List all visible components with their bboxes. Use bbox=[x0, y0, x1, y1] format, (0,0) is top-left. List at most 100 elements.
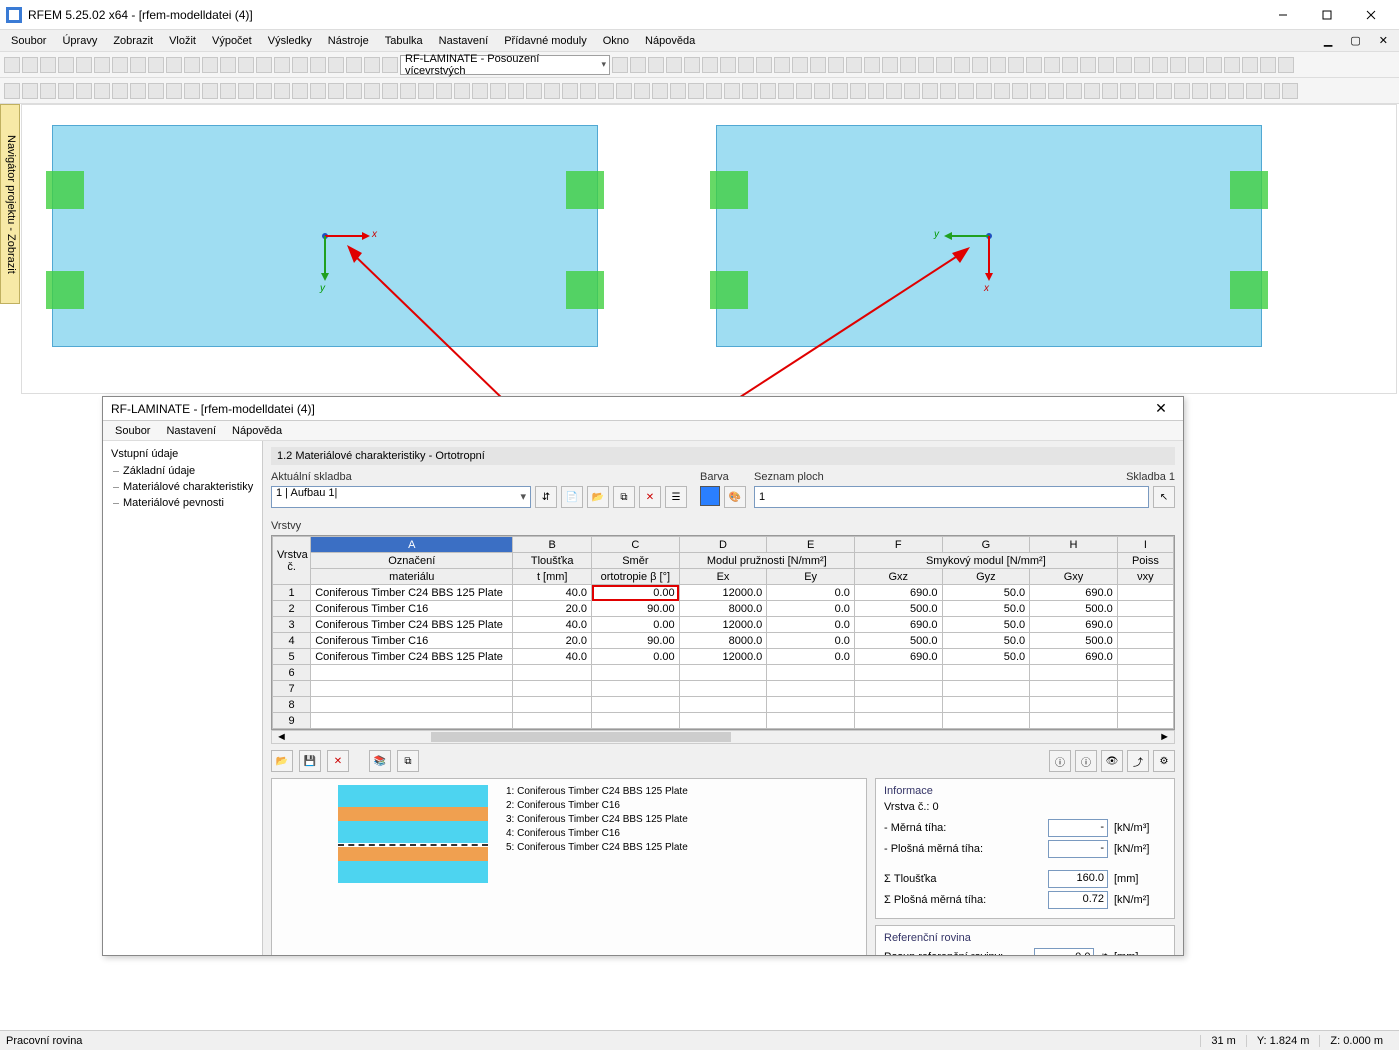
toolbar-button[interactable] bbox=[202, 57, 218, 73]
open-icon[interactable]: 📂 bbox=[271, 750, 293, 772]
toolbar-button[interactable] bbox=[1044, 57, 1060, 73]
palette-icon[interactable]: 🎨 bbox=[724, 486, 746, 508]
col-letter[interactable]: A bbox=[311, 537, 513, 553]
toolbar-button[interactable] bbox=[724, 83, 740, 99]
col-letter[interactable]: D bbox=[679, 537, 767, 553]
toolbar-button[interactable] bbox=[544, 83, 560, 99]
nav-item[interactable]: Materiálové charakteristiky bbox=[103, 479, 262, 495]
toolbar-button[interactable] bbox=[1138, 83, 1154, 99]
toolbar-button[interactable] bbox=[220, 57, 236, 73]
model-viewport[interactable]: x y y x bbox=[21, 104, 1397, 394]
new-icon[interactable]: 📄 bbox=[561, 486, 583, 508]
table-row[interactable]: 4Coniferous Timber C1620.090.008000.00.0… bbox=[273, 633, 1174, 649]
toolbar-button[interactable] bbox=[1062, 57, 1078, 73]
toolbar-button[interactable] bbox=[1210, 83, 1226, 99]
toolbar-button[interactable] bbox=[1278, 57, 1294, 73]
menu-item[interactable]: Přídavné moduly bbox=[497, 33, 594, 49]
toolbar-button[interactable] bbox=[130, 57, 146, 73]
toolbar-button[interactable] bbox=[220, 83, 236, 99]
table-row[interactable]: 7 bbox=[273, 681, 1174, 697]
toolbar-button[interactable] bbox=[1008, 57, 1024, 73]
toolbar-button[interactable] bbox=[1102, 83, 1118, 99]
toolbar-button[interactable] bbox=[864, 57, 880, 73]
toolbar-button[interactable] bbox=[256, 57, 272, 73]
toolbar-button[interactable] bbox=[1192, 83, 1208, 99]
toolbar-button[interactable] bbox=[796, 83, 812, 99]
toolbar-button[interactable] bbox=[886, 83, 902, 99]
toolbar-button[interactable] bbox=[238, 83, 254, 99]
table-row[interactable]: 6 bbox=[273, 665, 1174, 681]
menu-item[interactable]: Vložit bbox=[162, 33, 203, 49]
toolbar-button[interactable] bbox=[76, 83, 92, 99]
toolbar-button[interactable] bbox=[1048, 83, 1064, 99]
layers-grid[interactable]: Vrstvač. A B C D E F G H I OznačeníTlouš… bbox=[271, 535, 1175, 730]
toolbar-button[interactable] bbox=[1228, 83, 1244, 99]
toolbar-button[interactable] bbox=[652, 83, 668, 99]
toolbar-button[interactable] bbox=[666, 57, 682, 73]
toolbar-button[interactable] bbox=[994, 83, 1010, 99]
toolbar-button[interactable] bbox=[1066, 83, 1082, 99]
toolbar-button[interactable] bbox=[454, 83, 470, 99]
toolbar-button[interactable] bbox=[4, 57, 20, 73]
toolbar-button[interactable] bbox=[940, 83, 956, 99]
toolbar-button[interactable] bbox=[954, 57, 970, 73]
toolbar-button[interactable] bbox=[346, 57, 362, 73]
toolbar-button[interactable] bbox=[400, 83, 416, 99]
toolbar-button[interactable] bbox=[364, 83, 380, 99]
toolbar-button[interactable] bbox=[720, 57, 736, 73]
toolbar-button[interactable] bbox=[184, 83, 200, 99]
menu-item[interactable]: Úpravy bbox=[55, 33, 104, 49]
toolbar-button[interactable] bbox=[760, 83, 776, 99]
mdi-restore-icon[interactable]: ▢ bbox=[1343, 32, 1367, 49]
toolbar-button[interactable] bbox=[274, 57, 290, 73]
toolbar-button[interactable] bbox=[382, 57, 398, 73]
toolbar-button[interactable] bbox=[882, 57, 898, 73]
nav-root[interactable]: Vstupní údaje bbox=[103, 445, 262, 463]
nav-item[interactable]: Materiálové pevnosti bbox=[103, 495, 262, 511]
menu-item[interactable]: Nápověda bbox=[226, 425, 288, 437]
toolbar-button[interactable] bbox=[364, 57, 380, 73]
toolbar-button[interactable] bbox=[792, 57, 808, 73]
toolbar-button[interactable] bbox=[148, 83, 164, 99]
mdi-minimize-icon[interactable]: ▁ bbox=[1317, 32, 1339, 49]
toolbar-button[interactable] bbox=[328, 57, 344, 73]
skladba-combo[interactable]: 1 | Aufbau 1| bbox=[271, 486, 531, 508]
toolbar-button[interactable] bbox=[580, 83, 596, 99]
surface-1[interactable] bbox=[52, 125, 598, 347]
toolbar-button[interactable] bbox=[702, 57, 718, 73]
toolbar-button[interactable] bbox=[742, 83, 758, 99]
toolbar-button[interactable] bbox=[1224, 57, 1240, 73]
toolbar-button[interactable] bbox=[616, 83, 632, 99]
toolbar-button[interactable] bbox=[972, 57, 988, 73]
toolbar-button[interactable] bbox=[76, 57, 92, 73]
copy-icon[interactable]: ⧉ bbox=[613, 486, 635, 508]
toolbar-button[interactable] bbox=[1246, 83, 1262, 99]
toolbar-button[interactable] bbox=[958, 83, 974, 99]
toolbar-button[interactable] bbox=[94, 83, 110, 99]
menu-item[interactable]: Okno bbox=[596, 33, 636, 49]
toolbar-button[interactable] bbox=[112, 83, 128, 99]
toolbar-button[interactable] bbox=[292, 57, 308, 73]
toolbar-button[interactable] bbox=[1026, 57, 1042, 73]
delete-row-icon[interactable]: ✕ bbox=[327, 750, 349, 772]
toolbar-button[interactable] bbox=[810, 57, 826, 73]
toolbar-button[interactable] bbox=[778, 83, 794, 99]
info-icon[interactable]: ⓘ bbox=[1049, 750, 1071, 772]
menu-item[interactable]: Zobrazit bbox=[106, 33, 160, 49]
nav-item[interactable]: Základní údaje bbox=[103, 463, 262, 479]
toolbar-button[interactable] bbox=[904, 83, 920, 99]
toolbar-button[interactable] bbox=[1080, 57, 1096, 73]
delete-icon[interactable]: ✕ bbox=[639, 486, 661, 508]
toolbar-button[interactable] bbox=[40, 57, 56, 73]
toolbar-button[interactable] bbox=[688, 83, 704, 99]
menu-item[interactable]: Nastavení bbox=[432, 33, 496, 49]
toolbar-button[interactable] bbox=[274, 83, 290, 99]
menu-item[interactable]: Výsledky bbox=[261, 33, 319, 49]
toolbar-button[interactable] bbox=[526, 83, 542, 99]
toolbar-button[interactable] bbox=[436, 83, 452, 99]
table-row[interactable]: 3Coniferous Timber C24 BBS 125 Plate40.0… bbox=[273, 617, 1174, 633]
toolbar-button[interactable] bbox=[868, 83, 884, 99]
toolbar-button[interactable] bbox=[130, 83, 146, 99]
toolbar-button[interactable] bbox=[1282, 83, 1298, 99]
seznam-ploch-input[interactable] bbox=[754, 486, 1149, 508]
